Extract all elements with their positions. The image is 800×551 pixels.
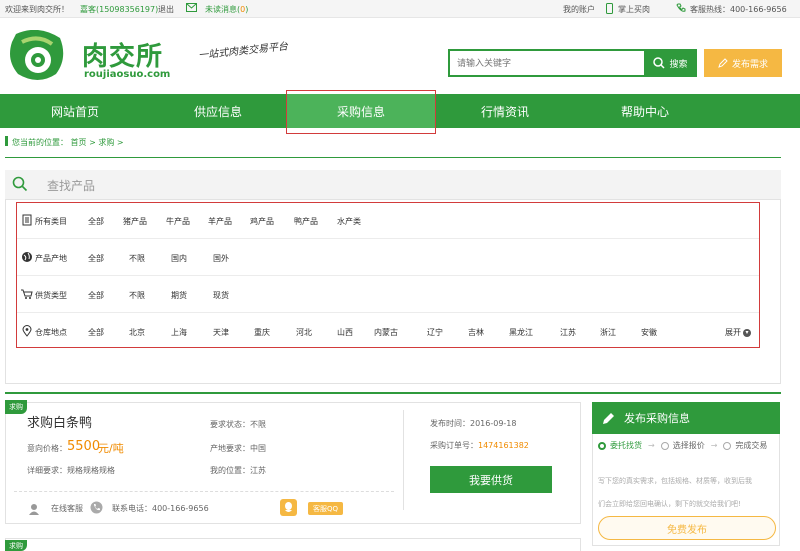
arrow-icon: → [648, 441, 655, 450]
breadcrumb-current[interactable]: 求购 [98, 138, 114, 147]
search-icon [12, 176, 28, 196]
step-3: 完成交易 [735, 441, 768, 450]
publish-desc-2: 们会立即给您回电确认，剩下的就交给我们吧! [598, 500, 741, 508]
username-link[interactable]: 嘉客(15098356197) [80, 4, 158, 15]
step-2: 选择报价 [672, 441, 705, 450]
publish-desc-1: 写下您的真实需求，包括规格、材质等，收到后我 [598, 477, 752, 485]
logo-icon[interactable] [8, 29, 68, 82]
logo-title[interactable]: 肉交所 [82, 36, 163, 73]
qq-service-button[interactable]: 客服QQ [308, 502, 344, 515]
mobile-link[interactable]: 掌上买肉 [618, 4, 650, 15]
purchase-badge: 求购 [5, 540, 27, 551]
nav-item-market[interactable]: 行情资讯 [430, 94, 580, 128]
filter-title: 查找产品 [47, 179, 96, 193]
contact-phone: 联系电话：400-166-9656 [112, 504, 209, 513]
order-number: 采购订单号：1474161382 [430, 441, 529, 450]
search-button-label: 搜索 [669, 59, 688, 70]
publish-demand-label: 发布需求 [731, 59, 768, 70]
publish-panel-title: 发布采购信息 [624, 412, 690, 425]
breadcrumb-home[interactable]: 首页 [71, 138, 87, 147]
publish-panel-header: 发布采购信息 [592, 402, 780, 434]
steps: 委托找货 → 选择报价 → 完成交易 [598, 440, 767, 451]
nav-item-help[interactable]: 帮助中心 [570, 94, 720, 128]
publish-demand-button[interactable]: 发布需求 [704, 49, 782, 77]
radio-icon [598, 441, 606, 450]
top-bar: 欢迎来到肉交所！ 嘉客(15098356197) 退出 未读消息(0) 我的账户… [0, 0, 800, 18]
nav-item-home[interactable]: 网站首页 [0, 94, 150, 128]
nav-highlight-box [286, 90, 436, 134]
breadcrumb: 您当前的位置： 首页 > 求购 > [12, 138, 124, 147]
origin-requirement: 产地要求：中国 [210, 444, 266, 453]
free-publish-button[interactable]: 免费发布 [598, 516, 776, 540]
section-rule [5, 392, 781, 394]
logo-domain: roujiaosuo.com [84, 69, 171, 80]
purchase-badge: 求购 [5, 400, 27, 414]
supply-button[interactable]: 我要供货 [430, 466, 552, 493]
purchase-card[interactable] [5, 538, 581, 551]
welcome-text: 欢迎来到肉交所！ [5, 5, 69, 14]
my-location: 我的位置：江苏 [210, 466, 266, 475]
phone-icon [90, 499, 103, 518]
logout-link[interactable]: 退出 [158, 4, 174, 15]
search-input[interactable] [450, 51, 644, 75]
price-value: 5500 [67, 439, 101, 454]
phone-icon [676, 3, 686, 15]
qq-icon[interactable] [280, 499, 297, 516]
divider [5, 157, 781, 158]
radio-icon [660, 441, 669, 450]
divider [403, 410, 404, 510]
price-label: 意向价格： [27, 444, 67, 453]
filter-header [5, 170, 781, 200]
step-1: 委托找货 [610, 441, 642, 450]
edit-icon [718, 58, 728, 68]
filter-highlight-box [16, 202, 760, 348]
divider [14, 491, 394, 492]
online-service-link[interactable]: 在线客服 [51, 503, 83, 514]
edit-icon [603, 413, 614, 424]
unread-messages-link[interactable]: 未读消息(0) [205, 4, 248, 15]
my-account-link[interactable]: 我的账户 [563, 4, 595, 15]
listing-title[interactable]: 求购白条鸭 [27, 412, 92, 431]
user-icon [28, 500, 40, 519]
mail-icon [186, 3, 197, 14]
arrow-icon: → [710, 441, 718, 450]
radio-icon [723, 441, 732, 450]
nav-item-supply[interactable]: 供应信息 [143, 94, 293, 128]
hotline-text: 客服热线：400-166-9656 [690, 5, 787, 14]
requirement-status: 要求状态：不限 [210, 420, 266, 429]
search-field[interactable] [448, 49, 644, 77]
search-button[interactable]: 搜索 [644, 49, 697, 77]
mobile-icon [606, 3, 613, 16]
detail-requirement: 详细要求：规格规格规格 [27, 466, 115, 475]
slogan: 一站式肉类交易平台 [197, 41, 289, 62]
search-icon [653, 57, 666, 69]
price-unit: 元/吨 [98, 442, 124, 455]
publish-time: 发布时间：2016-09-18 [430, 419, 517, 428]
breadcrumb-marker [5, 136, 8, 146]
